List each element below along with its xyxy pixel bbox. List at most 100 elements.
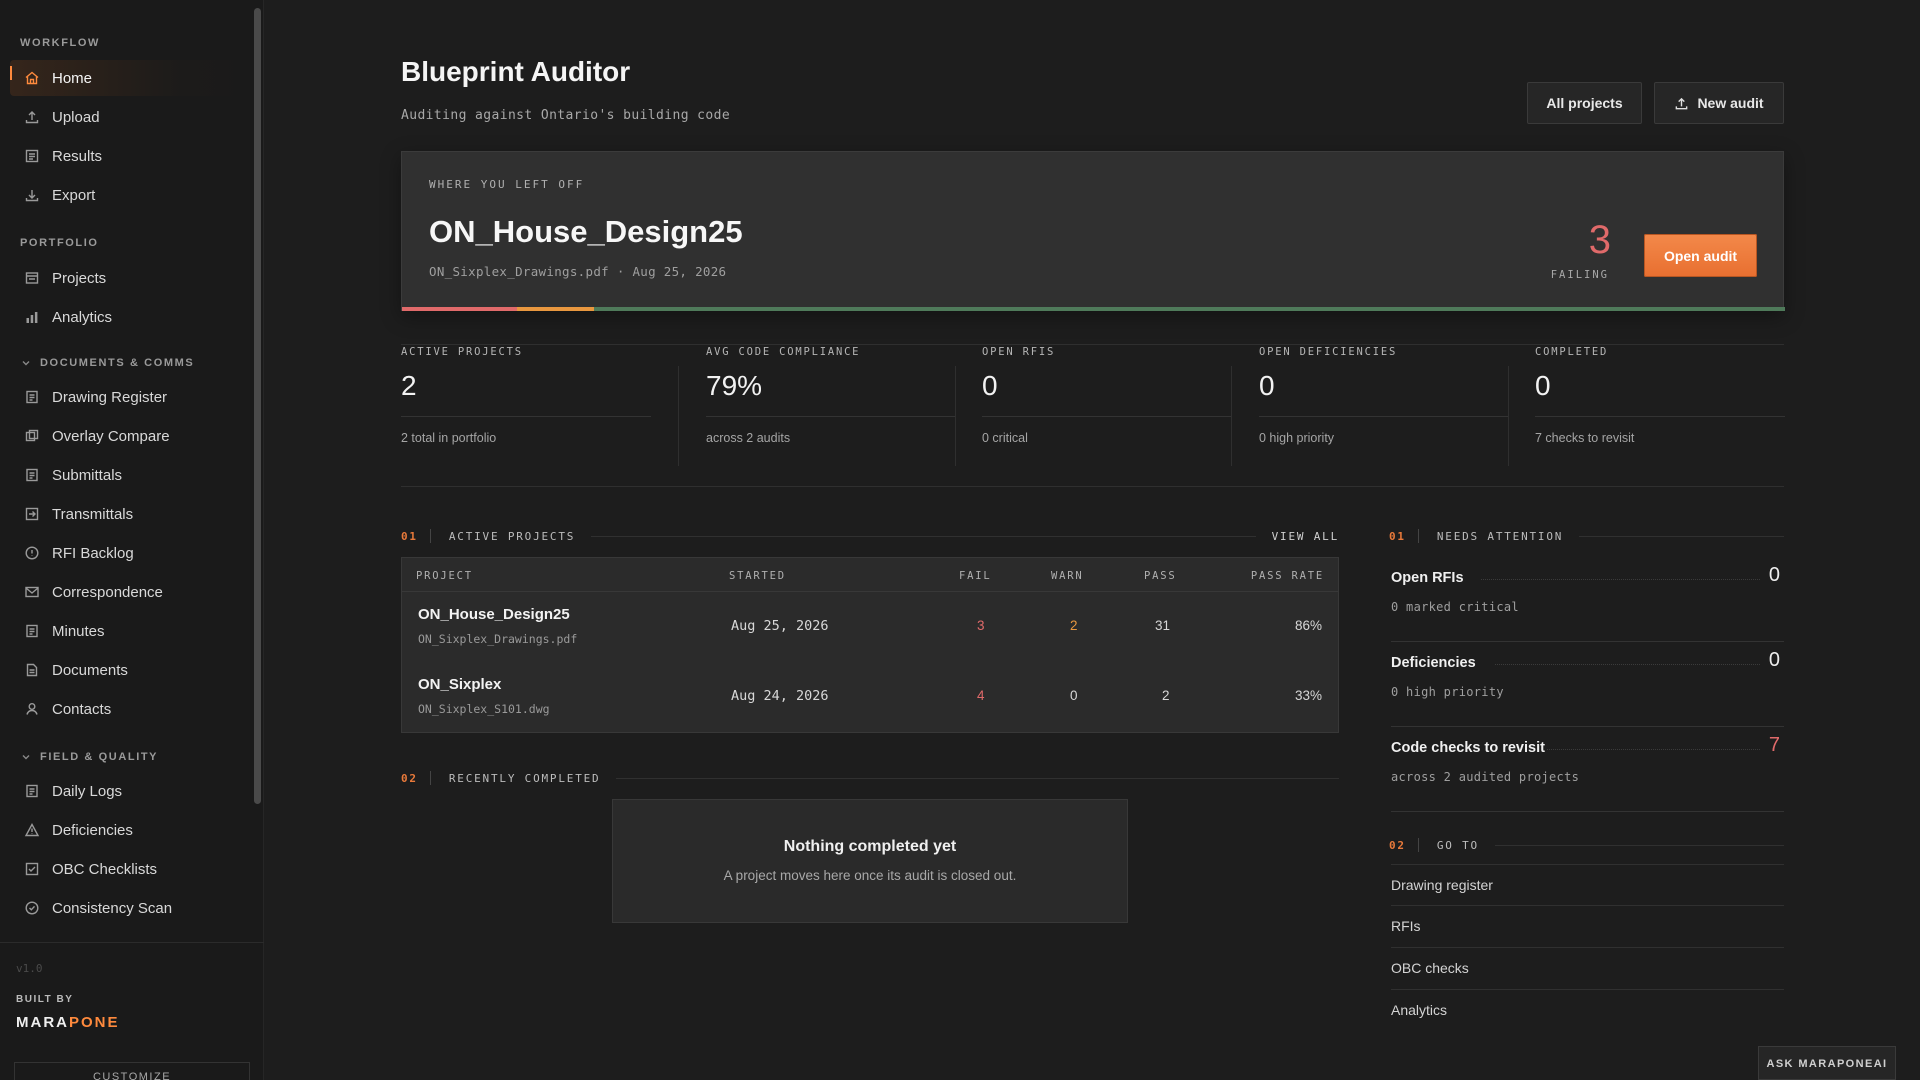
attention-open-rfis[interactable]: Open RFIs 0 0 marked critical (1391, 558, 1784, 642)
sidebar-item-rfi-backlog[interactable]: RFI Backlog (10, 535, 248, 571)
column-project[interactable]: PROJECT (416, 570, 473, 582)
kpi-sub: across 2 audits (706, 431, 791, 445)
column-fail[interactable]: FAIL (959, 570, 992, 582)
sidebar-item-minutes[interactable]: Minutes (10, 613, 248, 649)
hero-project-meta: ON_Sixplex_Drawings.pdf · Aug 25, 2026 (429, 264, 727, 279)
section-number: 01 (401, 529, 418, 543)
new-audit-label: New audit (1697, 95, 1764, 111)
section-label: FIELD & QUALITY (40, 751, 159, 763)
sidebar-item-submittals[interactable]: Submittals (10, 457, 248, 493)
sidebar-item-label: Export (52, 186, 96, 204)
view-all-link[interactable]: VIEW ALL (1272, 530, 1339, 543)
open-audit-button[interactable]: Open audit (1644, 234, 1757, 277)
column-started[interactable]: STARTED (729, 570, 786, 582)
column-pass-rate[interactable]: PASS RATE (1251, 570, 1324, 582)
bar-chart-icon (26, 312, 38, 323)
section-line (1579, 535, 1784, 537)
sidebar-item-home[interactable]: Home (10, 60, 248, 96)
section-label: DOCUMENTS & COMMS (40, 357, 195, 369)
section-title: ACTIVE PROJECTS (448, 529, 576, 543)
kpi-completed: COMPLETED 0 7 checks to revisit (1535, 346, 1785, 466)
sidebar-item-label: Consistency Scan (52, 899, 173, 917)
kpi-separator (1508, 366, 1509, 466)
sidebar-item-transmittals[interactable]: Transmittals (10, 496, 248, 532)
sidebar-item-deficiencies[interactable]: Deficiencies (10, 812, 248, 848)
sidebar-item-upload[interactable]: Upload (10, 99, 248, 135)
section-documents[interactable]: DOCUMENTS & COMMS (20, 357, 194, 369)
sidebar-item-label: Deficiencies (52, 821, 133, 839)
sidebar-item-correspondence[interactable]: Correspondence (10, 574, 248, 610)
empty-state: Nothing completed yet A project moves he… (612, 799, 1128, 923)
document-icon (26, 624, 38, 638)
column-pass[interactable]: PASS (1144, 570, 1177, 582)
sidebar-item-consistency-scan[interactable]: Consistency Scan (10, 890, 248, 926)
goto-analytics[interactable]: Analytics (1391, 990, 1784, 1032)
sidebar-item-obc-checklists[interactable]: OBC Checklists (10, 851, 248, 887)
kpi-value: 0 (1259, 370, 1275, 401)
sidebar-item-label: Projects (52, 269, 107, 287)
attention-code-checks[interactable]: Code checks to revisit 7 across 2 audite… (1391, 728, 1784, 812)
sidebar-item-daily-logs[interactable]: Daily Logs (10, 773, 248, 809)
transmittal-icon (25, 507, 39, 521)
sidebar-item-label: Minutes (52, 622, 105, 640)
empty-state-title: Nothing completed yet (783, 838, 957, 855)
table-row[interactable]: ON_Sixplex ON_Sixplex_S101.dwg Aug 24, 2… (402, 662, 1338, 732)
goto-rfis[interactable]: RFIs (1391, 906, 1784, 948)
project-fail: 3 (977, 618, 985, 633)
section-bar (1417, 529, 1419, 543)
chevron-down-icon (22, 755, 30, 760)
sidebar-item-label: Results (52, 147, 103, 165)
section-bar (429, 529, 431, 543)
kpi-active-projects: ACTIVE PROJECTS 2 2 total in portfolio (401, 346, 651, 466)
goto-drawing-register[interactable]: Drawing register (1391, 864, 1784, 906)
info-circle-icon (25, 546, 39, 560)
customize-button[interactable]: CUSTOMIZE (14, 1062, 250, 1080)
kpi-label: ACTIVE PROJECTS (401, 346, 523, 358)
built-by-label: BUILT BY (16, 994, 74, 1005)
sidebar-item-label: Correspondence (52, 583, 163, 601)
hero-label: WHERE YOU LEFT OFF (429, 178, 585, 191)
section-bar (429, 771, 431, 785)
home-icon (25, 71, 39, 85)
sidebar-item-overlay-compare[interactable]: Overlay Compare (10, 418, 248, 454)
ask-assistant-button[interactable]: ASK MARAPONEAI (1758, 1046, 1896, 1080)
sidebar-item-documents[interactable]: Documents (10, 652, 248, 688)
sidebar-item-analytics[interactable]: Analytics (10, 299, 248, 335)
kpi-value: 2 (401, 370, 417, 401)
sidebar-item-label: Home (52, 69, 93, 87)
sidebar-item-results[interactable]: Results (10, 138, 248, 174)
attention-deficiencies[interactable]: Deficiencies 0 0 high priority (1391, 643, 1784, 727)
column-warn[interactable]: WARN (1051, 570, 1084, 582)
document-icon (26, 390, 38, 404)
section-title: RECENTLY COMPLETED (448, 771, 601, 785)
section-field-quality[interactable]: FIELD & QUALITY (20, 751, 158, 763)
projects-icon (25, 272, 39, 284)
upload-icon (25, 111, 39, 124)
kpi-rule (401, 416, 651, 417)
kpi-separator (955, 366, 956, 466)
document-icon (26, 663, 38, 677)
kpi-value: 0 (982, 370, 998, 401)
kpi-label: OPEN RFIS (982, 346, 1056, 358)
sidebar-item-export[interactable]: Export (10, 177, 248, 213)
sidebar-item-projects[interactable]: Projects (10, 260, 248, 296)
kpi-bottom-divider (401, 486, 1784, 487)
sidebar-item-contacts[interactable]: Contacts (10, 691, 248, 727)
kpi-rule (982, 416, 1232, 417)
kpi-rule (1259, 416, 1509, 417)
sidebar-scrollbar[interactable] (254, 8, 261, 804)
results-icon (25, 149, 39, 163)
sidebar-item-drawing-register[interactable]: Drawing Register (10, 379, 248, 415)
table-header: PROJECT STARTED FAIL WARN PASS PASS RATE (402, 558, 1338, 592)
kpi-rule (706, 416, 956, 417)
section-title: NEEDS ATTENTION (1436, 529, 1564, 543)
progress-segment-warn (517, 307, 595, 311)
new-audit-button[interactable]: New audit (1654, 82, 1784, 124)
goto-obc-checks[interactable]: OBC checks (1391, 948, 1784, 990)
table-row[interactable]: ON_House_Design25 ON_Sixplex_Drawings.pd… (402, 592, 1338, 662)
sidebar-item-label: Analytics (52, 308, 113, 326)
attention-sub: across 2 audited projects (1391, 770, 1580, 784)
all-projects-button[interactable]: All projects (1527, 82, 1642, 124)
sidebar-item-label: Contacts (52, 700, 112, 718)
sidebar-item-label: Upload (52, 108, 100, 126)
